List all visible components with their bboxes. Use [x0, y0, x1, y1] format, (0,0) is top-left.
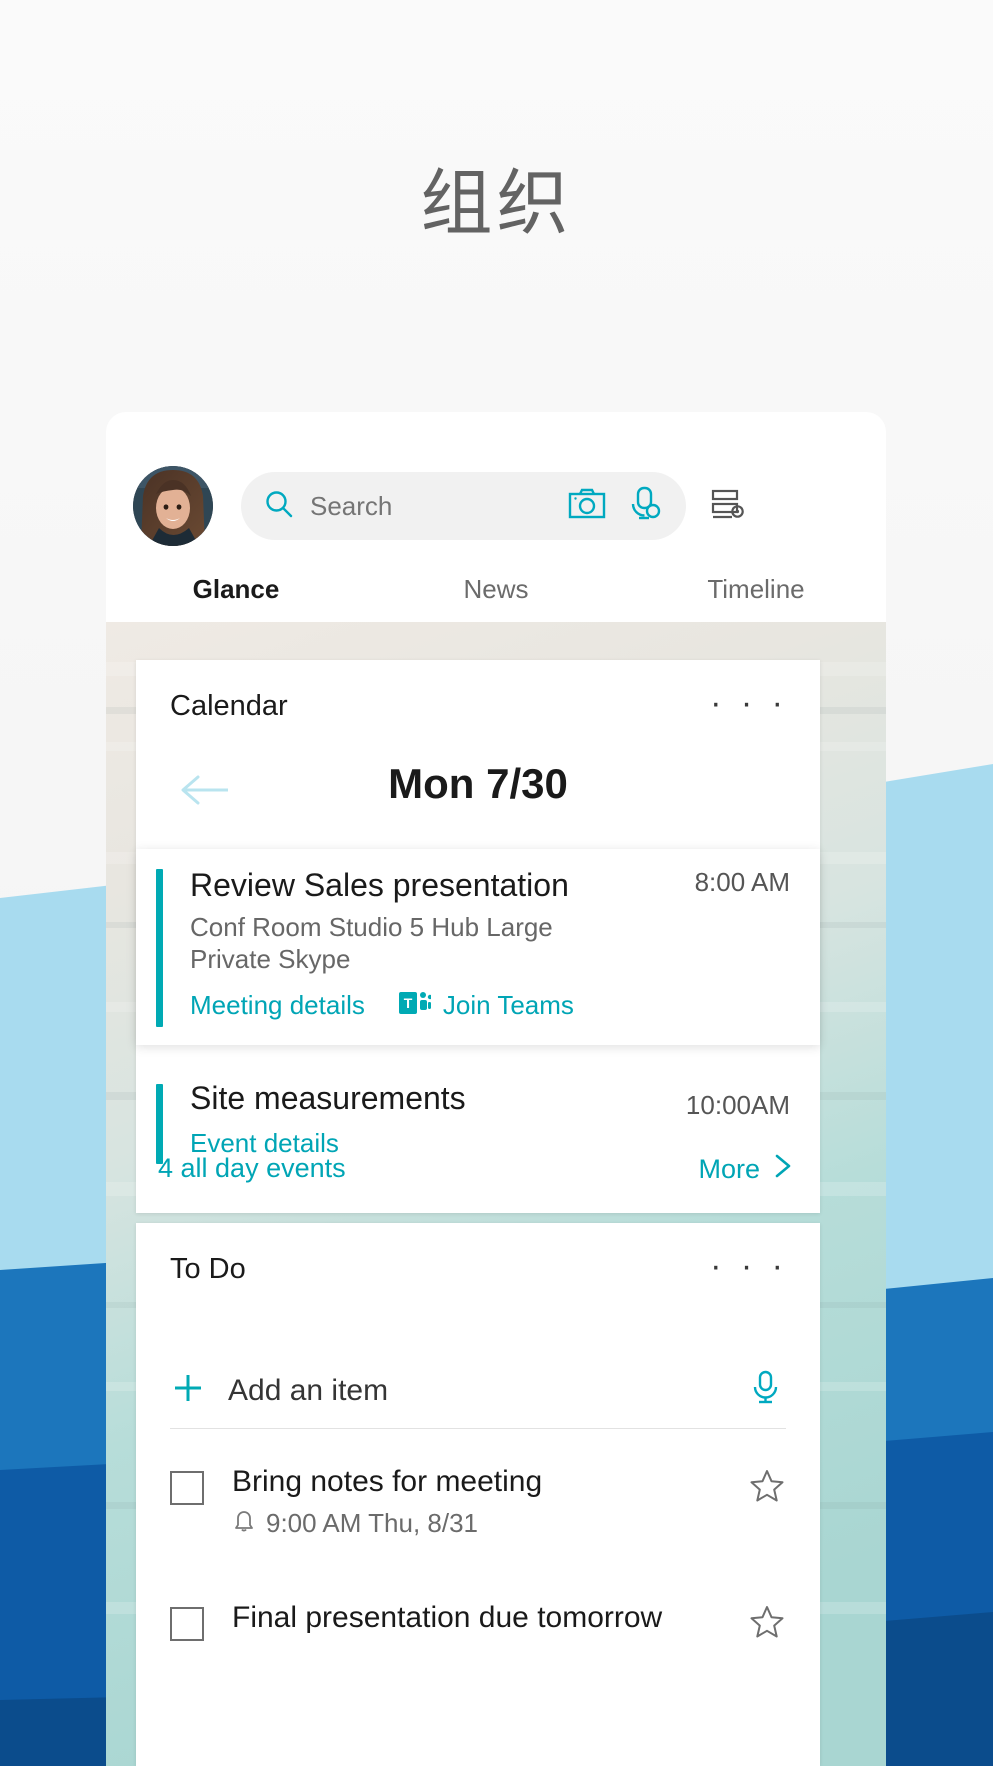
- more-label: More: [698, 1154, 760, 1184]
- join-teams-link[interactable]: Join Teams: [443, 990, 574, 1021]
- event-title: Site measurements: [190, 1080, 466, 1116]
- add-item-row[interactable]: Add an item: [170, 1353, 786, 1429]
- todo-reminder-text: 9:00 AM Thu, 8/31: [266, 1508, 478, 1538]
- todo-text: Bring notes for meeting: [232, 1465, 543, 1498]
- star-icon[interactable]: [748, 1603, 786, 1646]
- todo-checkbox[interactable]: [170, 1607, 204, 1641]
- todo-overflow-menu[interactable]: · · ·: [710, 1249, 788, 1283]
- search-input[interactable]: Search: [241, 472, 686, 540]
- calendar-date-label: Mon 7/30: [388, 760, 568, 807]
- calendar-card-footer: 4 all day events More: [136, 1135, 820, 1213]
- page-title: 组织: [420, 164, 573, 244]
- calendar-overflow-menu[interactable]: · · ·: [710, 686, 788, 720]
- bell-icon: [232, 1507, 256, 1540]
- avatar[interactable]: [133, 466, 213, 546]
- phone-panel: Search Glance News Timeline Calendar · ·…: [106, 412, 886, 1766]
- event-time: 10:00AM: [685, 1090, 790, 1120]
- search-placeholder: Search: [310, 490, 393, 521]
- todo-card: To Do · · · Add an item Bring notes for …: [136, 1223, 820, 1766]
- event-actions: Meeting details T Join Teams: [190, 989, 574, 1022]
- calendar-date-nav: Mon 7/30: [136, 748, 820, 842]
- all-day-events-link[interactable]: 4 all day events: [158, 1153, 346, 1184]
- chevron-right-icon: [772, 1151, 794, 1188]
- meeting-details-link[interactable]: Meeting details: [190, 990, 365, 1021]
- tab-timeline[interactable]: Timeline: [626, 562, 886, 622]
- tab-news[interactable]: News: [366, 562, 626, 622]
- calendar-title: Calendar: [170, 690, 288, 722]
- star-icon[interactable]: [748, 1467, 786, 1510]
- app-screenshot: 组织 Search Glance News Timeline Calendar …: [0, 0, 993, 1766]
- add-item-label: Add an item: [228, 1373, 389, 1407]
- teams-icon: T: [398, 989, 433, 1022]
- plus-icon: [170, 1370, 206, 1411]
- event-time: 8:00 AM: [694, 867, 790, 897]
- app-header: Search Glance News Timeline: [106, 412, 886, 628]
- todo-reminder: 9:00 AM Thu, 8/31: [232, 1507, 478, 1540]
- camera-icon[interactable]: [568, 488, 606, 525]
- tab-glance[interactable]: Glance: [106, 562, 366, 628]
- calendar-card: Calendar · · · Mon 7/30 Review Sales pre…: [136, 660, 820, 1213]
- search-icon: [263, 488, 295, 525]
- todo-text: Final presentation due tomorrow: [232, 1601, 663, 1634]
- feed-area: Calendar · · · Mon 7/30 Review Sales pre…: [106, 622, 886, 1766]
- event-title: Review Sales presentation: [190, 867, 569, 903]
- calendar-event-row[interactable]: Review Sales presentation Conf Room Stud…: [136, 849, 820, 1045]
- tab-bar: Glance News Timeline: [106, 562, 886, 628]
- header-row: Search: [106, 466, 886, 546]
- calendar-card-header: Calendar · · ·: [136, 660, 820, 748]
- todo-card-header: To Do · · ·: [136, 1223, 820, 1311]
- more-link[interactable]: More: [698, 1151, 794, 1188]
- event-location: Conf Room Studio 5 Hub Large Private Sky…: [190, 912, 553, 974]
- event-accent-bar: [156, 869, 163, 1027]
- todo-title: To Do: [170, 1253, 246, 1285]
- list-settings-icon[interactable]: [708, 484, 748, 529]
- voice-mic-icon[interactable]: [628, 486, 662, 527]
- mic-icon[interactable]: [750, 1370, 780, 1411]
- svg-text:T: T: [404, 995, 413, 1011]
- todo-checkbox[interactable]: [170, 1471, 204, 1505]
